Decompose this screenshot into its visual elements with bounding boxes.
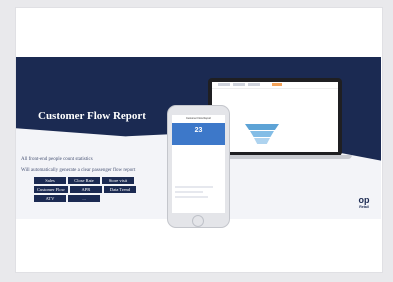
phone-list-row: [175, 186, 213, 188]
phone-list-row: [175, 191, 204, 193]
chip-sales: Sales: [34, 177, 66, 184]
dashboard-stat: [240, 93, 260, 107]
phone-stat: [175, 148, 197, 157]
phone-stat: [175, 172, 197, 181]
phone-stat: [200, 160, 222, 169]
chip-atv: ATV: [34, 195, 66, 202]
brand-logo: op Retail: [355, 195, 373, 210]
dashboard-tab: [248, 83, 260, 86]
dashboard-stat: [290, 93, 310, 107]
chip-store-visit: Store visit: [102, 177, 134, 184]
dashboard-toolbar: [212, 82, 338, 89]
phone-hero: 23: [172, 123, 225, 145]
funnel-level-2: [250, 131, 274, 137]
funnel-level-3: [254, 138, 270, 144]
banner-text-line-2: Will automatically generate a clear pass…: [21, 168, 136, 173]
phone-stat-grid: [175, 148, 222, 181]
home-button: [192, 215, 204, 227]
dashboard-stat: [265, 93, 285, 107]
phone-stat: [200, 172, 222, 181]
phone-stat: [200, 148, 222, 157]
dashboard-stats: [215, 93, 335, 107]
banner-text-line-1: All front-end people count statistics: [21, 157, 93, 162]
funnel-level-1: [245, 124, 279, 130]
logo-text: Retail: [359, 205, 369, 209]
chip-customer-flow: Customer Flow: [34, 186, 68, 193]
chip-close-rate: Close Rate: [68, 177, 100, 184]
phone-screen: Customer Flow Report 23: [172, 115, 225, 213]
banner-title: Customer Flow Report: [38, 110, 146, 122]
dashboard-tab: [233, 83, 245, 86]
dashboard-stat: [315, 93, 335, 107]
dashboard-tab-active: [272, 83, 282, 86]
phone-stat: [175, 160, 197, 169]
phone-list: [175, 186, 222, 201]
chip-apr: APR: [69, 186, 102, 193]
chip-data-trend: Data Trend: [103, 186, 136, 193]
dashboard-screenshot: [212, 82, 338, 152]
chip-more: ...: [68, 195, 100, 202]
phone-hero-value: 23: [194, 127, 203, 134]
dashboard-tab: [218, 83, 230, 86]
phone-mockup: Customer Flow Report 23: [167, 105, 230, 228]
logo-mark: op: [358, 195, 370, 205]
phone-header: Customer Flow Report: [185, 117, 211, 120]
phone-list-row: [175, 196, 208, 198]
feature-chips: Sales Close Rate Store visit Customer Fl…: [34, 177, 160, 202]
